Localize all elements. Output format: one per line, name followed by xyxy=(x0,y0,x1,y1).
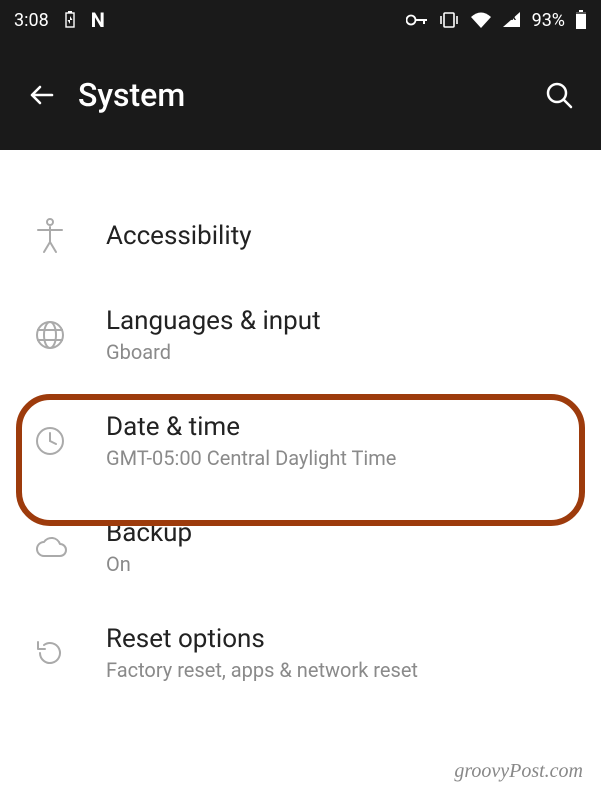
back-button[interactable] xyxy=(20,73,64,117)
key-icon xyxy=(406,13,428,27)
page-title: System xyxy=(78,76,537,114)
list-item-reset[interactable]: Reset options Factory reset, apps & netw… xyxy=(0,600,601,706)
globe-icon xyxy=(34,319,78,351)
list-item-title: Languages & input xyxy=(106,306,321,336)
list-item-date-time[interactable]: Date & time GMT-05:00 Central Daylight T… xyxy=(0,388,601,494)
header-bar: System xyxy=(0,40,601,150)
vibrate-icon xyxy=(438,11,460,29)
list-item-subtitle: GMT-05:00 Central Daylight Time xyxy=(106,446,396,470)
wifi-icon xyxy=(470,11,492,29)
settings-list: Accessibility Languages & input Gboard D… xyxy=(0,150,601,706)
watermark: groovyPost.com xyxy=(454,760,583,783)
battery-saver-icon xyxy=(63,11,77,29)
battery-icon xyxy=(575,10,587,30)
battery-percent: 93% xyxy=(532,10,565,31)
list-item-subtitle: On xyxy=(106,552,192,576)
signal-icon: x xyxy=(502,11,522,29)
list-item-languages[interactable]: Languages & input Gboard xyxy=(0,282,601,388)
list-item-subtitle: Gboard xyxy=(106,340,321,364)
netflix-icon: N xyxy=(91,8,105,32)
clock-icon xyxy=(34,425,78,457)
list-item-title: Backup xyxy=(106,518,192,548)
list-item-subtitle: Factory reset, apps & network reset xyxy=(106,658,418,682)
list-item-title: Reset options xyxy=(106,624,418,654)
accessibility-icon xyxy=(34,218,78,254)
list-item-title: Date & time xyxy=(106,412,396,442)
list-item-backup[interactable]: Backup On xyxy=(0,494,601,600)
cloud-icon xyxy=(34,534,78,560)
reset-icon xyxy=(34,637,78,669)
status-bar: 3:08 N x 93% xyxy=(0,0,601,40)
search-button[interactable] xyxy=(537,73,581,117)
list-item-title: Accessibility xyxy=(106,221,252,251)
list-item-accessibility[interactable]: Accessibility xyxy=(0,190,601,282)
status-time: 3:08 xyxy=(14,10,49,31)
